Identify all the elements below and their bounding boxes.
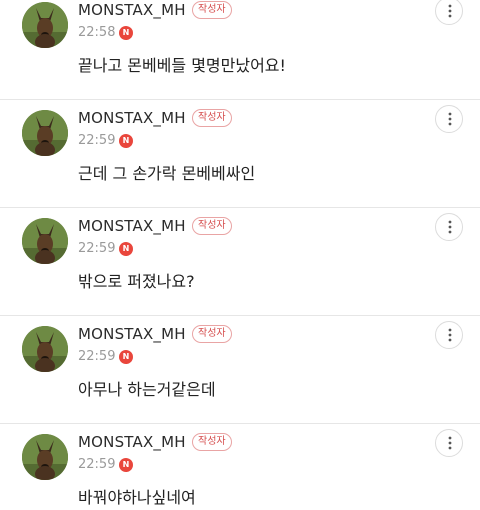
avatar[interactable] <box>22 2 68 48</box>
more-options-button[interactable] <box>435 321 463 349</box>
author-badge: 작성자 <box>192 109 232 127</box>
dog-avatar-icon <box>22 434 68 480</box>
comment-text: 밖으로 퍼졌나요? <box>78 272 195 291</box>
author-badge: 작성자 <box>192 325 232 343</box>
author-badge: 작성자 <box>192 1 232 19</box>
author-badge: 작성자 <box>192 433 232 451</box>
avatar[interactable] <box>22 218 68 264</box>
comment-text: 끝나고 몬베베들 몇명만났어요! <box>78 56 286 75</box>
avatar[interactable] <box>22 326 68 372</box>
avatar[interactable] <box>22 110 68 156</box>
timestamp: 22:58 <box>78 25 116 40</box>
timestamp: 22:59 <box>78 349 116 364</box>
new-indicator-icon: N <box>119 26 133 40</box>
more-options-button[interactable] <box>435 105 463 133</box>
new-indicator-icon: N <box>119 458 133 472</box>
author-name[interactable]: MONSTAX_MH <box>78 108 186 128</box>
comment-text: 바꿔야하나싶네여 <box>78 488 196 507</box>
more-options-icon <box>448 220 452 234</box>
new-indicator-icon: N <box>119 242 133 256</box>
timestamp: 22:59 <box>78 457 116 472</box>
more-options-button[interactable] <box>435 213 463 241</box>
new-indicator-icon: N <box>119 350 133 364</box>
new-indicator-icon: N <box>119 134 133 148</box>
comment-text: 아무나 하는거같은데 <box>78 380 216 399</box>
more-options-button[interactable] <box>435 429 463 457</box>
comment-item: MONSTAX_MH 작성자 22:59 N 근데 그 손가락 몬베베싸인 <box>0 100 480 208</box>
more-options-icon <box>448 4 452 18</box>
dog-avatar-icon <box>22 110 68 156</box>
comment-item: MONSTAX_MH 작성자 22:59 N 밖으로 퍼졌나요? <box>0 208 480 316</box>
more-options-button[interactable] <box>435 0 463 25</box>
author-name[interactable]: MONSTAX_MH <box>78 0 186 20</box>
avatar[interactable] <box>22 434 68 480</box>
more-options-icon <box>448 328 452 342</box>
comment-item: MONSTAX_MH 작성자 22:58 N 끝나고 몬베베들 몇명만났어요! <box>0 0 480 100</box>
author-name[interactable]: MONSTAX_MH <box>78 216 186 236</box>
author-name[interactable]: MONSTAX_MH <box>78 432 186 452</box>
comment-text: 근데 그 손가락 몬베베싸인 <box>78 164 256 183</box>
dog-avatar-icon <box>22 326 68 372</box>
author-badge: 작성자 <box>192 217 232 235</box>
comment-item: MONSTAX_MH 작성자 22:59 N 아무나 하는거같은데 <box>0 316 480 424</box>
more-options-icon <box>448 112 452 126</box>
comment-item: MONSTAX_MH 작성자 22:59 N 바꿔야하나싶네여 <box>0 424 480 510</box>
comment-list: MONSTAX_MH 작성자 22:58 N 끝나고 몬베베들 몇명만났어요! … <box>0 0 480 510</box>
timestamp: 22:59 <box>78 241 116 256</box>
dog-avatar-icon <box>22 2 68 48</box>
author-name[interactable]: MONSTAX_MH <box>78 324 186 344</box>
timestamp: 22:59 <box>78 133 116 148</box>
more-options-icon <box>448 436 452 450</box>
dog-avatar-icon <box>22 218 68 264</box>
